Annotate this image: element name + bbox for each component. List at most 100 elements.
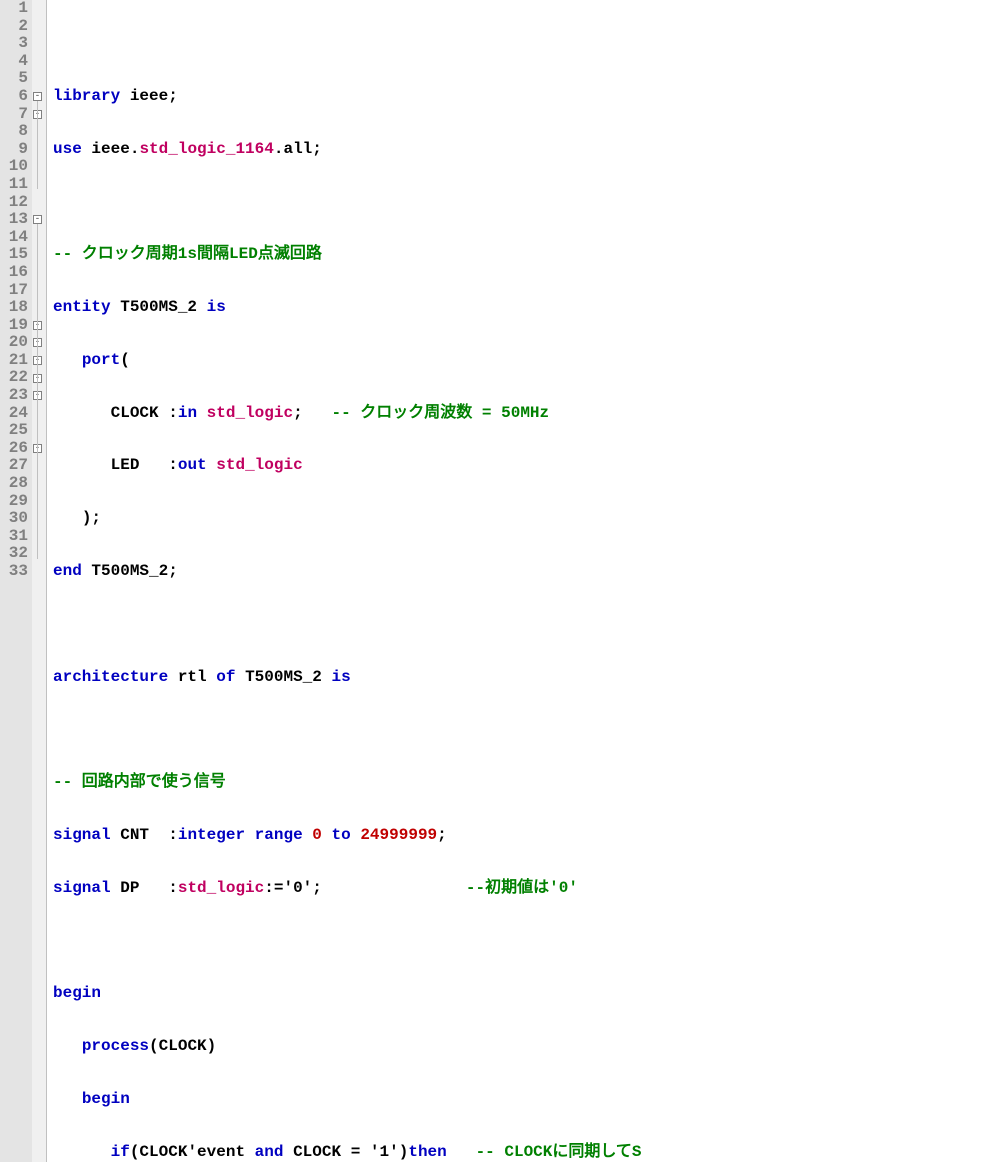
line-number: 15 [0, 246, 28, 264]
comment: -- クロック周期1s間隔LED点滅回路 [53, 245, 322, 263]
code-line: port( [53, 352, 642, 370]
keyword-entity: entity [53, 298, 111, 316]
keyword-use: use [53, 140, 82, 158]
char: '1' [370, 1143, 399, 1161]
char: '0' [283, 879, 312, 897]
ident: ieee. [91, 140, 139, 158]
line-number: 27 [0, 457, 28, 475]
punct: ; [312, 140, 322, 158]
line-number: 26 [0, 440, 28, 458]
line-number: 19 [0, 317, 28, 335]
line-number: 6 [0, 88, 28, 106]
code-line: entity T500MS_2 is [53, 299, 642, 317]
keyword-to: to [332, 826, 351, 844]
line-number: 28 [0, 475, 28, 493]
fold-trace [37, 101, 38, 189]
line-number: 1 [0, 0, 28, 18]
keyword-signal: signal [53, 826, 111, 844]
keyword-library: library [53, 87, 120, 105]
op: := [264, 879, 283, 897]
line-number: 11 [0, 176, 28, 194]
comment: --初期値は'0' [466, 879, 578, 897]
code-line: library ieee; [53, 88, 642, 106]
line-number: 18 [0, 299, 28, 317]
code-line: if(CLOCK'event and CLOCK = '1')then -- C… [53, 1144, 642, 1162]
code-area[interactable]: library ieee; use ieee.std_logic_1164.al… [47, 0, 642, 1162]
line-number: 8 [0, 123, 28, 141]
ident: CLOCK [139, 1143, 187, 1161]
code-line: signal DP :std_logic:='0'; --初期値は'0' [53, 880, 642, 898]
line-number: 32 [0, 545, 28, 563]
punct: ; [168, 562, 178, 580]
line-number: 23 [0, 387, 28, 405]
ident: ieee [130, 87, 168, 105]
attr: 'event [187, 1143, 245, 1161]
line-number: 9 [0, 141, 28, 159]
code-line [53, 194, 642, 212]
ident: CLOCK [293, 1143, 341, 1161]
fold-toggle-icon[interactable]: - [33, 215, 42, 224]
punct: : [168, 826, 178, 844]
line-number: 5 [0, 70, 28, 88]
line-number: 31 [0, 528, 28, 546]
code-line [53, 932, 642, 950]
code-line: process(CLOCK) [53, 1038, 642, 1056]
code-line [53, 616, 642, 634]
punct: ; [293, 404, 303, 422]
punct: ) [399, 1143, 409, 1161]
punct: ( [130, 1143, 140, 1161]
punct: ) [207, 1037, 217, 1055]
code-line: end T500MS_2; [53, 563, 642, 581]
punct: ; [437, 826, 447, 844]
keyword-begin: begin [82, 1090, 130, 1108]
code-line: CLOCK :in std_logic; -- クロック周波数 = 50MHz [53, 405, 642, 423]
code-line: -- クロック周期1s間隔LED点滅回路 [53, 246, 642, 264]
code-line: -- 回路内部で使う信号 [53, 774, 642, 792]
number: 24999999 [360, 826, 437, 844]
ident: T500MS_2 [120, 298, 197, 316]
code-line: signal CNT :integer range 0 to 24999999; [53, 827, 642, 845]
ident: rtl [178, 668, 207, 686]
punct: ( [149, 1037, 159, 1055]
line-number-gutter: 1234567891011121314151617181920212223242… [0, 0, 32, 1162]
line-number: 20 [0, 334, 28, 352]
keyword-is: is [207, 298, 226, 316]
punct: ; [91, 509, 101, 527]
line-number: 30 [0, 510, 28, 528]
line-number: 10 [0, 158, 28, 176]
punct: ; [168, 87, 178, 105]
fold-toggle-icon[interactable]: - [33, 92, 42, 101]
number: 0 [312, 826, 322, 844]
line-number: 14 [0, 229, 28, 247]
line-number: 22 [0, 369, 28, 387]
fold-trace [37, 453, 38, 471]
ident: CNT [120, 826, 149, 844]
code-line [53, 721, 642, 739]
keyword-out: out [178, 456, 207, 474]
ident: LED [111, 456, 140, 474]
ident: T500MS_2 [91, 562, 168, 580]
fold-trace [37, 383, 38, 489]
keyword-signal: signal [53, 879, 111, 897]
line-number: 16 [0, 264, 28, 282]
line-number: 21 [0, 352, 28, 370]
line-number: 12 [0, 194, 28, 212]
punct: ) [82, 509, 92, 527]
code-line: begin [53, 985, 642, 1003]
keyword-is: is [331, 668, 350, 686]
op: = [351, 1143, 361, 1161]
code-line: ); [53, 510, 642, 528]
ident: CLOCK [111, 404, 159, 422]
comment: -- クロック周波数 = 50MHz [332, 404, 550, 422]
line-number: 4 [0, 53, 28, 71]
comment: -- 回路内部で使う信号 [53, 773, 226, 791]
keyword-port: port [82, 351, 120, 369]
keyword-then: then [408, 1143, 446, 1161]
code-line: architecture rtl of T500MS_2 is [53, 669, 642, 687]
code-line: LED :out std_logic [53, 457, 642, 475]
code-line: begin [53, 1091, 642, 1109]
fold-gutter[interactable]: --------- [32, 0, 47, 1162]
keyword-in: in [178, 404, 197, 422]
comment: -- CLOCKに同期してS [476, 1143, 642, 1161]
line-number: 7 [0, 106, 28, 124]
